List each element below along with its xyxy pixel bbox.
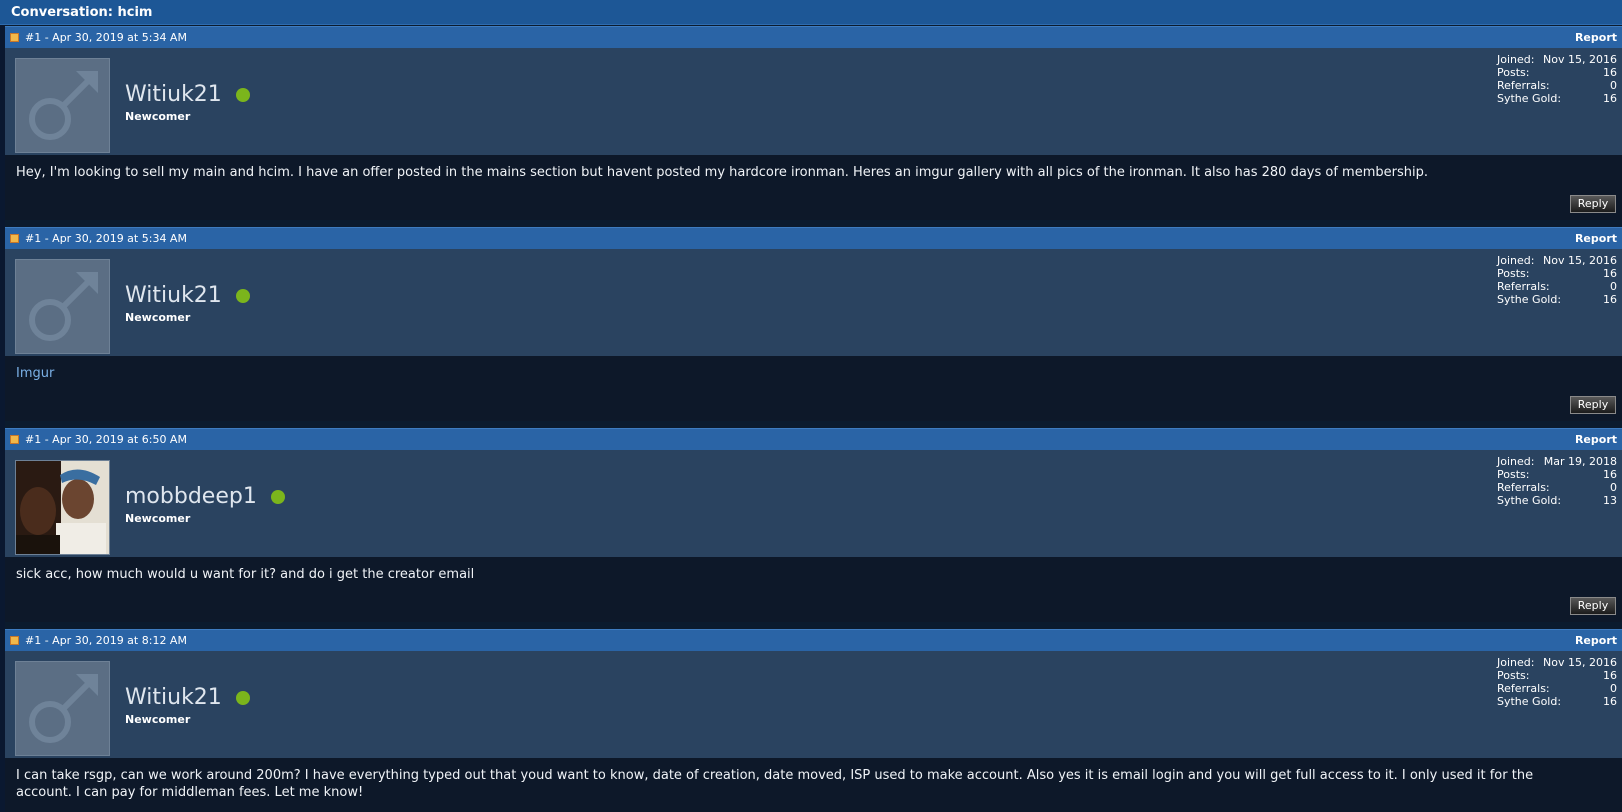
stat-joined: Nov 15, 2016 <box>1543 53 1617 66</box>
avatar[interactable] <box>15 661 110 756</box>
imgur-link[interactable]: Imgur <box>16 366 54 381</box>
username[interactable]: mobbdeep1 <box>125 484 285 509</box>
reply-button[interactable]: Reply <box>1570 396 1616 414</box>
post-icon <box>10 636 19 645</box>
user-stats: Joined: Nov 15, 2016 Posts: 16 Referrals: 0… <box>1497 53 1617 105</box>
user-title: Newcomer <box>125 512 191 525</box>
message-body: Hey, I'm looking to sell my main and hci… <box>5 155 1622 220</box>
stat-gold: 13 <box>1603 494 1617 507</box>
username-text[interactable]: Witiuk21 <box>125 283 222 308</box>
post-header: #1 - Apr 30, 2019 at 5:34 AM Report <box>5 26 1622 48</box>
post-icon <box>10 435 19 444</box>
post-meta: #1 - Apr 30, 2019 at 8:12 AM <box>25 634 187 647</box>
post-icon <box>10 234 19 243</box>
user-panel: Witiuk21 Newcomer Joined: Nov 15, 2016 Po… <box>5 249 1622 356</box>
user-stats: Joined: Nov 15, 2016 Posts: 16 Referrals: 0… <box>1497 254 1617 306</box>
message-body: sick acc, how much would u want for it? … <box>5 557 1622 622</box>
stat-gold: 16 <box>1603 695 1617 708</box>
message-text: sick acc, how much would u want for it? … <box>16 567 475 582</box>
message-text: I can take rsgp, can we work around 200m… <box>16 768 1534 800</box>
user-title: Newcomer <box>125 713 191 726</box>
stat-posts: 16 <box>1603 267 1617 280</box>
stat-referrals: 0 <box>1610 682 1617 695</box>
username-text[interactable]: mobbdeep1 <box>125 484 257 509</box>
stat-label: Posts: <box>1497 468 1530 481</box>
stat-label: Posts: <box>1497 267 1530 280</box>
user-title: Newcomer <box>125 311 191 324</box>
username-text[interactable]: Witiuk21 <box>125 685 222 710</box>
stat-label: Referrals: <box>1497 481 1550 494</box>
stat-label: Referrals: <box>1497 79 1550 92</box>
message-body: I can take rsgp, can we work around 200m… <box>5 758 1622 812</box>
user-panel: mobbdeep1 Newcomer Joined: Mar 19, 2018 P… <box>5 450 1622 557</box>
online-status-icon <box>235 690 250 705</box>
online-status-icon <box>270 489 285 504</box>
report-link[interactable]: Report <box>1575 634 1617 647</box>
post-meta: #1 - Apr 30, 2019 at 5:34 AM <box>25 232 187 245</box>
report-link[interactable]: Report <box>1575 433 1617 446</box>
post-header: #1 - Apr 30, 2019 at 8:12 AM Report <box>5 629 1622 651</box>
post: #1 - Apr 30, 2019 at 6:50 AM Report mobb… <box>5 428 1622 622</box>
stat-gold: 16 <box>1603 293 1617 306</box>
stat-label: Joined: <box>1497 254 1535 267</box>
user-stats: Joined: Mar 19, 2018 Posts: 16 Referrals: 0… <box>1497 455 1617 507</box>
post-meta: #1 - Apr 30, 2019 at 5:34 AM <box>25 31 187 44</box>
reply-button[interactable]: Reply <box>1570 597 1616 615</box>
stat-label: Referrals: <box>1497 280 1550 293</box>
stat-label: Joined: <box>1497 455 1535 468</box>
message-text: Hey, I'm looking to sell my main and hci… <box>16 165 1428 180</box>
username[interactable]: Witiuk21 <box>125 685 250 710</box>
stat-label: Sythe Gold: <box>1497 92 1562 105</box>
stat-referrals: 0 <box>1610 481 1617 494</box>
stat-label: Joined: <box>1497 53 1535 66</box>
stat-label: Sythe Gold: <box>1497 695 1562 708</box>
user-panel: Witiuk21 Newcomer Joined: Nov 15, 2016 Po… <box>5 48 1622 155</box>
stat-joined: Nov 15, 2016 <box>1543 254 1617 267</box>
stat-label: Sythe Gold: <box>1497 293 1562 306</box>
stat-label: Posts: <box>1497 66 1530 79</box>
stat-referrals: 0 <box>1610 280 1617 293</box>
username[interactable]: Witiuk21 <box>125 82 250 107</box>
reply-button[interactable]: Reply <box>1570 195 1616 213</box>
report-link[interactable]: Report <box>1575 232 1617 245</box>
post: #1 - Apr 30, 2019 at 8:12 AM Report Witi… <box>5 629 1622 812</box>
report-link[interactable]: Report <box>1575 31 1617 44</box>
stat-posts: 16 <box>1603 66 1617 79</box>
conversation-page: Conversation: hcim #1 - Apr 30, 2019 at … <box>0 0 1622 812</box>
stat-referrals: 0 <box>1610 79 1617 92</box>
stat-posts: 16 <box>1603 669 1617 682</box>
message-body: Imgur Reply <box>5 356 1622 421</box>
post-icon <box>10 33 19 42</box>
avatar[interactable] <box>15 58 110 153</box>
avatar[interactable] <box>15 460 110 555</box>
post: #1 - Apr 30, 2019 at 5:34 AM Report Witi… <box>5 227 1622 421</box>
user-title: Newcomer <box>125 110 191 123</box>
username-text[interactable]: Witiuk21 <box>125 82 222 107</box>
stat-label: Sythe Gold: <box>1497 494 1562 507</box>
online-status-icon <box>235 87 250 102</box>
user-stats: Joined: Nov 15, 2016 Posts: 16 Referrals: 0… <box>1497 656 1617 708</box>
avatar[interactable] <box>15 259 110 354</box>
stat-gold: 16 <box>1603 92 1617 105</box>
user-panel: Witiuk21 Newcomer Joined: Nov 15, 2016 Po… <box>5 651 1622 758</box>
post-header: #1 - Apr 30, 2019 at 5:34 AM Report <box>5 227 1622 249</box>
conversation-title: Conversation: hcim <box>0 0 1622 25</box>
stat-label: Referrals: <box>1497 682 1550 695</box>
username[interactable]: Witiuk21 <box>125 283 250 308</box>
post-header: #1 - Apr 30, 2019 at 6:50 AM Report <box>5 428 1622 450</box>
stat-joined: Mar 19, 2018 <box>1543 455 1617 468</box>
post-meta: #1 - Apr 30, 2019 at 6:50 AM <box>25 433 187 446</box>
online-status-icon <box>235 288 250 303</box>
stat-label: Joined: <box>1497 656 1535 669</box>
stat-joined: Nov 15, 2016 <box>1543 656 1617 669</box>
post: #1 - Apr 30, 2019 at 5:34 AM Report Witi… <box>5 26 1622 220</box>
stat-label: Posts: <box>1497 669 1530 682</box>
stat-posts: 16 <box>1603 468 1617 481</box>
